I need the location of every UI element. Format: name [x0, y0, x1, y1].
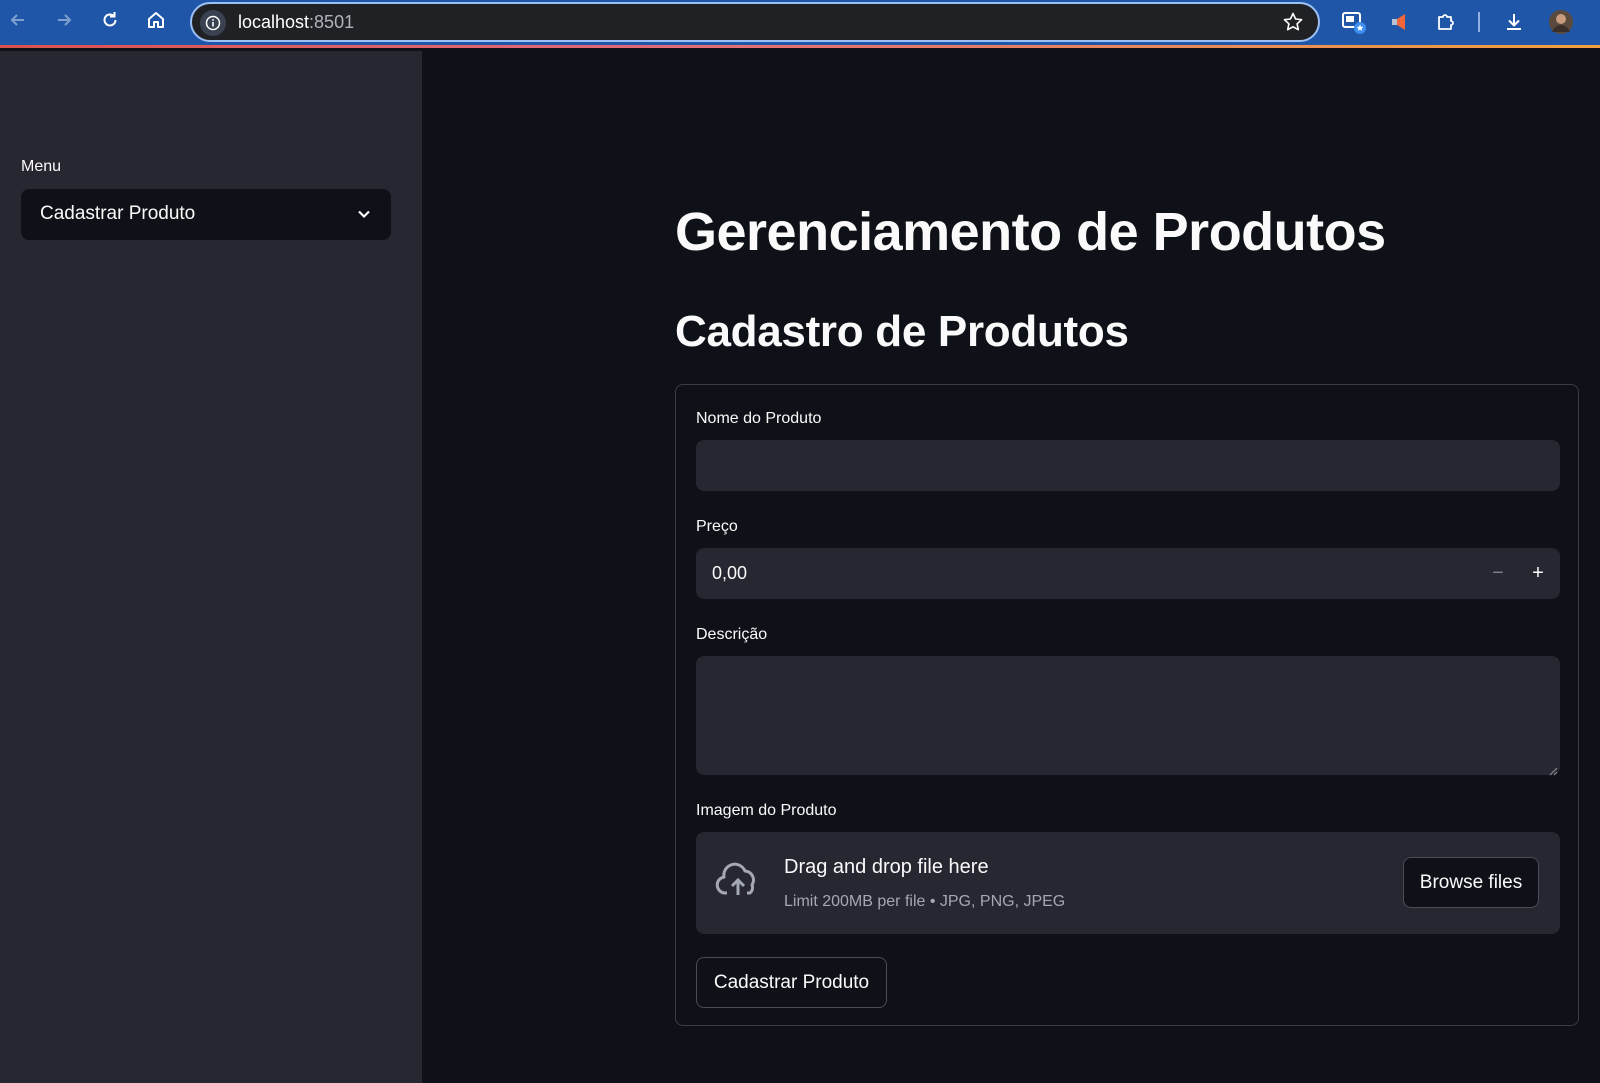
- price-input[interactable]: 0,00 − +: [696, 548, 1560, 599]
- price-decrement-button[interactable]: −: [1486, 561, 1510, 585]
- site-info-icon[interactable]: [200, 10, 226, 36]
- browser-toolbar: localhost:8501: [0, 0, 1600, 48]
- dropzone-limits: Limit 200MB per file • JPG, PNG, JPEG: [784, 893, 1066, 910]
- product-name-label: Nome do Produto: [696, 410, 822, 427]
- home-icon[interactable]: [144, 8, 168, 32]
- product-form: Nome do Produto Preço 0,00 − + Descrição…: [675, 384, 1579, 1026]
- url-host: localhost: [238, 12, 310, 32]
- address-bar[interactable]: localhost:8501: [190, 2, 1320, 42]
- sidebar: Menu Cadastrar Produto: [0, 51, 422, 1083]
- price-value: 0,00: [712, 563, 748, 583]
- product-name-input[interactable]: [696, 440, 1560, 491]
- forward-icon[interactable]: [52, 8, 76, 32]
- price-increment-button[interactable]: +: [1526, 561, 1550, 585]
- file-dropzone[interactable]: Drag and drop file here Limit 200MB per …: [696, 832, 1560, 934]
- page-title: Gerenciamento de Produtos: [675, 202, 1386, 262]
- description-label: Descrição: [696, 626, 768, 643]
- browse-files-button[interactable]: Browse files: [1403, 857, 1539, 908]
- url-text[interactable]: localhost:8501: [238, 12, 354, 33]
- puzzle-icon[interactable]: [1432, 8, 1460, 36]
- menu-select-value: Cadastrar Produto: [40, 203, 196, 224]
- resize-handle-icon[interactable]: [1548, 763, 1558, 776]
- bookmark-star-icon[interactable]: [1282, 11, 1304, 38]
- main-content: Gerenciamento de Produtos Cadastro de Pr…: [422, 51, 1600, 1083]
- price-label: Preço: [696, 518, 738, 535]
- reload-icon[interactable]: [98, 8, 122, 32]
- profile-avatar[interactable]: [1547, 8, 1575, 36]
- back-icon[interactable]: [6, 8, 30, 32]
- section-title: Cadastro de Produtos: [675, 307, 1129, 356]
- image-label: Imagem do Produto: [696, 802, 837, 819]
- cloud-upload-icon: [714, 862, 762, 903]
- description-textarea[interactable]: [696, 656, 1560, 776]
- chevron-down-icon: [355, 205, 373, 228]
- menu-label: Menu: [21, 158, 62, 175]
- toolbar-divider: [1478, 12, 1480, 32]
- extension-icon[interactable]: [1386, 8, 1414, 36]
- submit-product-button[interactable]: Cadastrar Produto: [696, 957, 887, 1008]
- toolbar-accent-line: [0, 45, 1600, 48]
- menu-select[interactable]: Cadastrar Produto: [21, 189, 391, 240]
- download-icon[interactable]: [1500, 8, 1528, 36]
- url-port: :8501: [309, 12, 355, 32]
- dropzone-title: Drag and drop file here: [784, 856, 989, 878]
- tab-search-icon[interactable]: [1340, 8, 1368, 36]
